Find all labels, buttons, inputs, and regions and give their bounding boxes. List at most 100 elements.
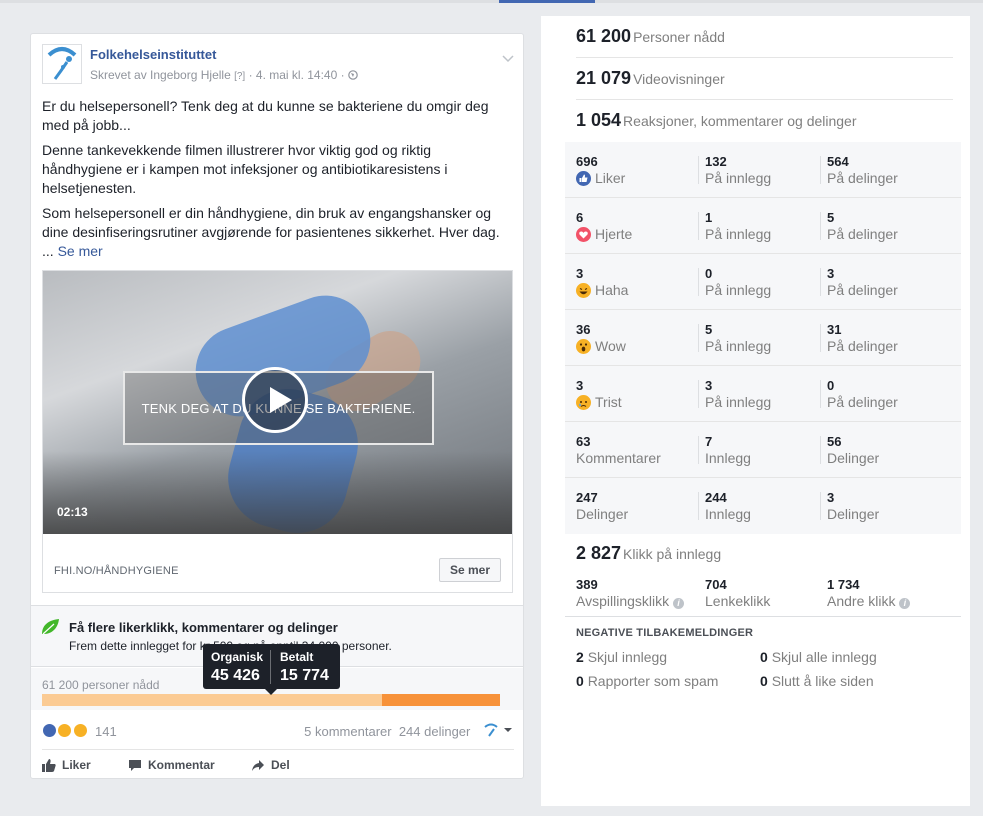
reaction-total: 3 Haha [576, 266, 629, 298]
shares-count[interactable]: 244 delinger [399, 724, 471, 739]
like-button[interactable]: Liker [42, 758, 91, 772]
reaction-breakdown-row: 3 Trist 3 På innlegg 0 På delinger [565, 366, 961, 422]
reaction-count[interactable]: 141 [95, 724, 117, 739]
divider [698, 324, 699, 352]
reactions-summary: 141 5 kommentarer 244 delinger [42, 720, 514, 746]
like-icon [576, 171, 591, 186]
post-paragraph-2: Denne tankevekkende filmen illustrerer h… [42, 142, 448, 196]
info-icon[interactable]: i [899, 598, 911, 609]
post-text: Er du helsepersonell? Tenk deg at du kun… [42, 97, 514, 267]
reaction-breakdown-row: 3 Haha 0 På innlegg 3 På delinger [565, 254, 961, 310]
comments-count[interactable]: 5 kommentarer [304, 724, 391, 739]
reach-bar[interactable] [42, 694, 500, 706]
reach-bar-organic[interactable] [42, 694, 382, 706]
neg-unlike-page: 0 Slutt å like siden [760, 673, 874, 689]
globe-icon [348, 69, 358, 83]
tooltip-organic-label: Organisk [211, 650, 264, 664]
comment-button[interactable]: Kommentar [128, 758, 215, 772]
post-author[interactable]: Skrevet av Ingeborg Hjelle [90, 68, 231, 82]
reaction-icons[interactable] [42, 722, 88, 740]
reaction-breakdown-row: 63 Kommentarer 7 Innlegg 56 Delinger [565, 422, 961, 478]
tooltip-divider [270, 650, 271, 684]
sad-icon [576, 395, 591, 410]
post-card: Folkehelseinstituttet Skrevet av Ingebor… [30, 33, 524, 779]
reaction-total: 696 Liker [576, 154, 626, 186]
neg-hide-all: 0 Skjul alle innlegg [760, 649, 877, 665]
divider [820, 380, 821, 408]
video-frame-sink [43, 451, 512, 534]
action-bar: Liker Kommentar Del [42, 756, 514, 776]
divider [698, 156, 699, 184]
reaction-on-shares: 564 På delinger [827, 154, 898, 186]
divider [698, 212, 699, 240]
post-insights-panel: 61 200 Personer nådd 21 079 Videovisninger… [541, 16, 970, 806]
video-player[interactable]: TENK DEG AT DU KUNNE SE BAKTERIENE. 02:1… [43, 271, 512, 534]
page-selector[interactable] [484, 723, 514, 742]
wow-icon [576, 339, 591, 354]
reactions-breakdown: 696 Liker 132 På innlegg 564 På delinger 6 Hjer… [565, 142, 961, 534]
play-clicks: 389 Avspillingsklikk i [576, 577, 684, 610]
divider [42, 749, 514, 750]
reaction-breakdown-row: 36 Wow 5 På innlegg 31 På delinger [565, 310, 961, 366]
haha-icon [576, 283, 591, 298]
fhi-logo-icon [484, 723, 512, 737]
reaction-breakdown-row: 6 Hjerte 1 På innlegg 5 På delinger [565, 198, 961, 254]
link-clicks: 704 Lenkeklikk [705, 577, 771, 609]
author-hint[interactable]: [?] [234, 71, 245, 82]
page-avatar[interactable] [42, 44, 82, 84]
share-button[interactable]: Del [251, 758, 290, 772]
fhi-logo-icon [47, 47, 77, 80]
other-clicks: 1 734 Andre klikk i [827, 577, 911, 610]
sad-icon [72, 723, 88, 739]
comment-icon [129, 759, 141, 771]
divider [820, 436, 821, 464]
divider [820, 268, 821, 296]
divider [698, 492, 699, 520]
reaction-total: 63 Kommentarer [576, 434, 661, 466]
reaction-on-post: 0 På innlegg [705, 266, 772, 298]
reaction-on-post: 5 På innlegg [705, 322, 772, 354]
reaction-on-post: 244 Innlegg [705, 490, 751, 522]
see-more-button[interactable]: Se mer [438, 558, 501, 582]
views-stat: 21 079 Videovisninger [576, 58, 953, 100]
top-border [0, 0, 983, 3]
link-domain[interactable]: FHI.NO/HÅNDHYGIENE [54, 565, 179, 577]
tooltip-paid-label: Betalt [280, 650, 314, 664]
reaction-on-post: 7 Innlegg [705, 434, 751, 466]
reaction-breakdown-row: 696 Liker 132 På innlegg 564 På delinger [565, 142, 961, 198]
divider [565, 616, 961, 617]
like-icon [42, 723, 57, 739]
post-paragraph-3: Som helsepersonell er din håndhygiene, d… [42, 205, 500, 259]
reaction-on-shares: 3 På delinger [827, 266, 898, 298]
reaction-on-shares: 0 På delinger [827, 378, 898, 410]
info-icon[interactable]: i [673, 598, 684, 609]
divider [698, 436, 699, 464]
reach-label: 61 200 personer nådd [42, 678, 160, 692]
reactions-stat: 1 054 Reaksjoner, kommentarer og delinger [576, 110, 857, 130]
reaction-on-shares: 56 Delinger [827, 434, 880, 466]
negative-feedback-title: NEGATIVE TILBAKEMELDINGER [576, 627, 754, 639]
thumb-up-icon [42, 758, 56, 772]
reaction-total: 36 Wow [576, 322, 626, 354]
divider [820, 492, 821, 520]
active-tab-indicator [499, 0, 595, 3]
reaction-total: 3 Trist [576, 378, 622, 410]
reaction-on-shares: 5 På delinger [827, 210, 898, 242]
play-icon[interactable] [242, 367, 308, 433]
reaction-on-post: 132 På innlegg [705, 154, 772, 186]
divider [820, 212, 821, 240]
page-name[interactable]: Folkehelseinstituttet [90, 47, 216, 62]
neg-hide-post: 2 Skjul innlegg [576, 649, 668, 665]
ellipsis: ... [42, 243, 54, 259]
see-more-link[interactable]: Se mer [58, 243, 103, 259]
tooltip-organic-value: 45 426 [211, 667, 260, 684]
neg-report-spam: 0 Rapporter som spam [576, 673, 719, 689]
reaction-total: 6 Hjerte [576, 210, 633, 242]
reaction-total: 247 Delinger [576, 490, 629, 522]
post-date[interactable]: 4. mai kl. 14:40 [256, 68, 337, 82]
reaction-on-shares: 31 På delinger [827, 322, 898, 354]
video-duration: 02:13 [57, 505, 88, 519]
post-paragraph-1: Er du helsepersonell? Tenk deg at du kun… [42, 98, 489, 133]
video-attachment: TENK DEG AT DU KUNNE SE BAKTERIENE. 02:1… [42, 270, 513, 593]
chevron-down-icon[interactable] [502, 50, 514, 68]
